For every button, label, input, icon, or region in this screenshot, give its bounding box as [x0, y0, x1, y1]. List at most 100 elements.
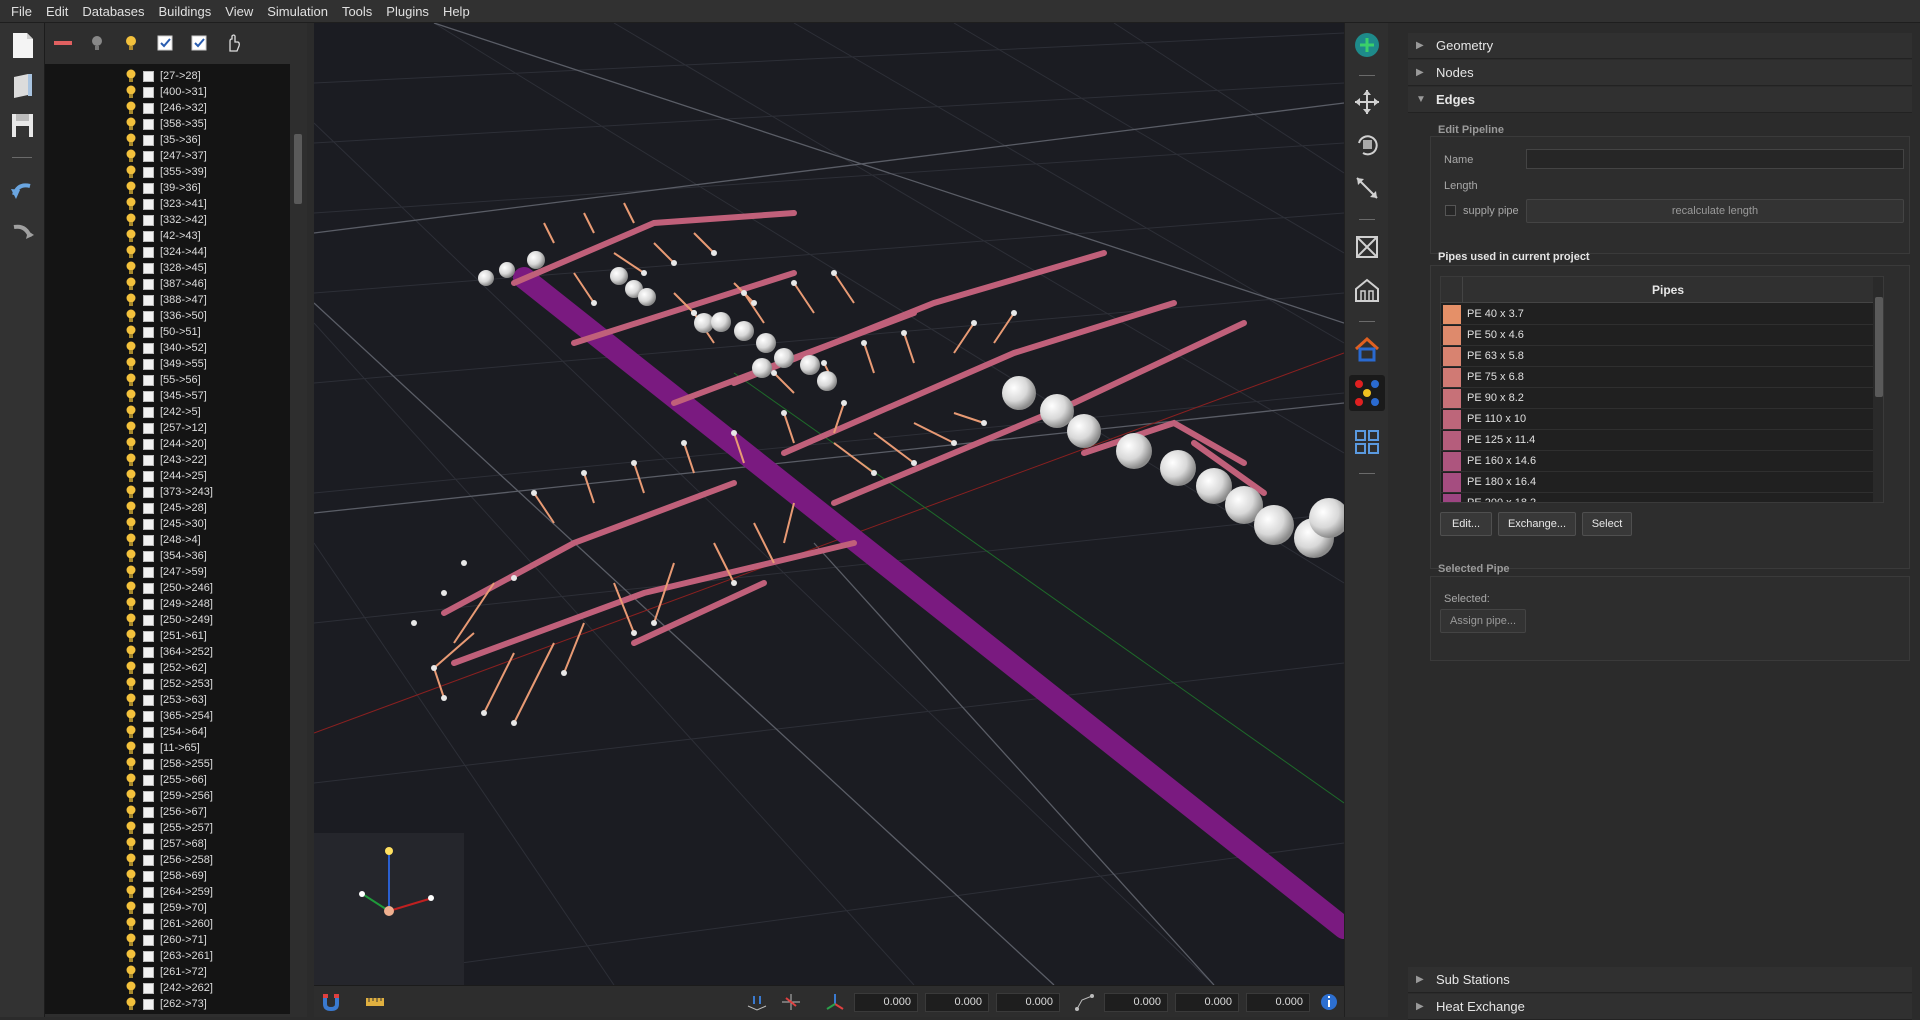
snap-object-icon[interactable]: [780, 992, 802, 1012]
visibility-checkbox[interactable]: [143, 278, 154, 290]
bulb-icon[interactable]: [125, 869, 137, 883]
visibility-checkbox[interactable]: [143, 710, 154, 722]
bulb-icon[interactable]: [125, 133, 137, 147]
bulb-icon[interactable]: [125, 293, 137, 307]
visibility-checkbox[interactable]: [143, 326, 154, 338]
pipe-row[interactable]: PE 40 x 3.7: [1441, 304, 1873, 325]
menu-tools[interactable]: Tools: [335, 0, 379, 23]
tree-item[interactable]: [323->41]: [125, 196, 207, 212]
tree-item[interactable]: [35->36]: [125, 132, 201, 148]
bulb-icon[interactable]: [125, 197, 137, 211]
visibility-checkbox[interactable]: [143, 822, 154, 834]
tree-item[interactable]: [247->37]: [125, 148, 207, 164]
section-heat-exchange[interactable]: ▶ Heat Exchange: [1408, 994, 1912, 1020]
edit-pipe-button[interactable]: Edit...: [1440, 512, 1492, 536]
select-pipe-button[interactable]: Select: [1582, 512, 1632, 536]
bulb-icon[interactable]: [125, 613, 137, 627]
visibility-checkbox[interactable]: [143, 550, 154, 562]
bulb-icon[interactable]: [125, 261, 137, 275]
pipe-row[interactable]: PE 50 x 4.6: [1441, 325, 1873, 346]
visibility-checkbox[interactable]: [143, 246, 154, 258]
bulb-icon[interactable]: [125, 213, 137, 227]
visibility-checkbox[interactable]: [143, 966, 154, 978]
visibility-checkbox[interactable]: [143, 838, 154, 850]
check-all-icon[interactable]: [155, 33, 175, 53]
tree-item[interactable]: [336->50]: [125, 308, 207, 324]
tree-item[interactable]: [328->45]: [125, 260, 207, 276]
pipe-row[interactable]: PE 125 x 11.4: [1441, 430, 1873, 451]
bulb-icon[interactable]: [125, 485, 137, 499]
tree-item[interactable]: [244->20]: [125, 436, 207, 452]
open-file-icon[interactable]: [8, 71, 36, 99]
menu-buildings[interactable]: Buildings: [152, 0, 219, 23]
bulb-icon[interactable]: [125, 629, 137, 643]
visibility-checkbox[interactable]: [143, 694, 154, 706]
offset-dx-field[interactable]: 0.000: [1104, 993, 1168, 1012]
pipe-row[interactable]: PE 200 x 18.2: [1441, 493, 1873, 502]
bulb-on-icon[interactable]: [121, 33, 141, 53]
pipes-scrollbar-thumb[interactable]: [1875, 297, 1883, 397]
bulb-icon[interactable]: [125, 597, 137, 611]
building-icon[interactable]: [1353, 276, 1381, 304]
tree-item[interactable]: [251->61]: [125, 628, 207, 644]
tree-scrollbar-thumb[interactable]: [294, 134, 302, 204]
bulb-icon[interactable]: [125, 709, 137, 723]
save-file-icon[interactable]: [8, 111, 36, 139]
bulb-icon[interactable]: [125, 389, 137, 403]
pipes-table[interactable]: Pipes PE 40 x 3.7 PE 50 x 4.6 PE 63 x 5.8 P…: [1440, 276, 1884, 503]
scale-icon[interactable]: [1353, 174, 1381, 202]
check-selected-icon[interactable]: [189, 33, 209, 53]
visibility-checkbox[interactable]: [143, 902, 154, 914]
visibility-checkbox[interactable]: [143, 774, 154, 786]
visibility-checkbox[interactable]: [143, 982, 154, 994]
coord-z-field[interactable]: 0.000: [996, 993, 1060, 1012]
measure-ruler-icon[interactable]: [364, 992, 386, 1012]
pipe-row[interactable]: PE 180 x 16.4: [1441, 472, 1873, 493]
section-nodes[interactable]: ▶ Nodes: [1408, 60, 1912, 86]
bulb-icon[interactable]: [125, 773, 137, 787]
color-scheme-icon[interactable]: [1349, 375, 1385, 411]
tree-item[interactable]: [244->25]: [125, 468, 207, 484]
assign-pipe-button[interactable]: Assign pipe...: [1440, 609, 1526, 633]
offset-dy-field[interactable]: 0.000: [1175, 993, 1239, 1012]
visibility-checkbox[interactable]: [143, 406, 154, 418]
visibility-checkbox[interactable]: [143, 86, 154, 98]
tree-item[interactable]: [365->254]: [125, 708, 213, 724]
bulb-off-icon[interactable]: [87, 33, 107, 53]
bulb-icon[interactable]: [125, 885, 137, 899]
visibility-checkbox[interactable]: [143, 886, 154, 898]
visibility-checkbox[interactable]: [143, 742, 154, 754]
add-node-icon[interactable]: [1353, 31, 1381, 59]
tree-item[interactable]: [263->261]: [125, 948, 213, 964]
visibility-checkbox[interactable]: [143, 374, 154, 386]
menu-help[interactable]: Help: [436, 0, 477, 23]
bulb-icon[interactable]: [125, 917, 137, 931]
visibility-checkbox[interactable]: [143, 358, 154, 370]
tree-item[interactable]: [258->255]: [125, 756, 213, 772]
visibility-checkbox[interactable]: [143, 758, 154, 770]
exchange-pipe-button[interactable]: Exchange...: [1498, 512, 1576, 536]
undo-icon[interactable]: [8, 177, 36, 205]
visibility-checkbox[interactable]: [143, 230, 154, 242]
visibility-checkbox[interactable]: [143, 182, 154, 194]
tree-item[interactable]: [50->51]: [125, 324, 201, 340]
menu-edit[interactable]: Edit: [39, 0, 75, 23]
pipe-row[interactable]: PE 90 x 8.2: [1441, 388, 1873, 409]
tree-item[interactable]: [250->249]: [125, 612, 213, 628]
tree-item[interactable]: [255->257]: [125, 820, 213, 836]
tree-item[interactable]: [11->65]: [125, 740, 200, 756]
bulb-icon[interactable]: [125, 645, 137, 659]
visibility-checkbox[interactable]: [143, 518, 154, 530]
visibility-checkbox[interactable]: [143, 422, 154, 434]
tree-item[interactable]: [388->47]: [125, 292, 207, 308]
visibility-checkbox[interactable]: [143, 870, 154, 882]
bulb-icon[interactable]: [125, 933, 137, 947]
bulb-icon[interactable]: [125, 421, 137, 435]
tree-item[interactable]: [243->22]: [125, 452, 207, 468]
tree-item[interactable]: [246->32]: [125, 100, 207, 116]
tree-item[interactable]: [264->259]: [125, 884, 213, 900]
tree-item[interactable]: [261->260]: [125, 916, 213, 932]
tree-item[interactable]: [42->43]: [125, 228, 201, 244]
coord-y-field[interactable]: 0.000: [925, 993, 989, 1012]
edge-tree[interactable]: [27->28] [400->31] [246->32] [358->35] [35->…: [45, 64, 290, 1014]
